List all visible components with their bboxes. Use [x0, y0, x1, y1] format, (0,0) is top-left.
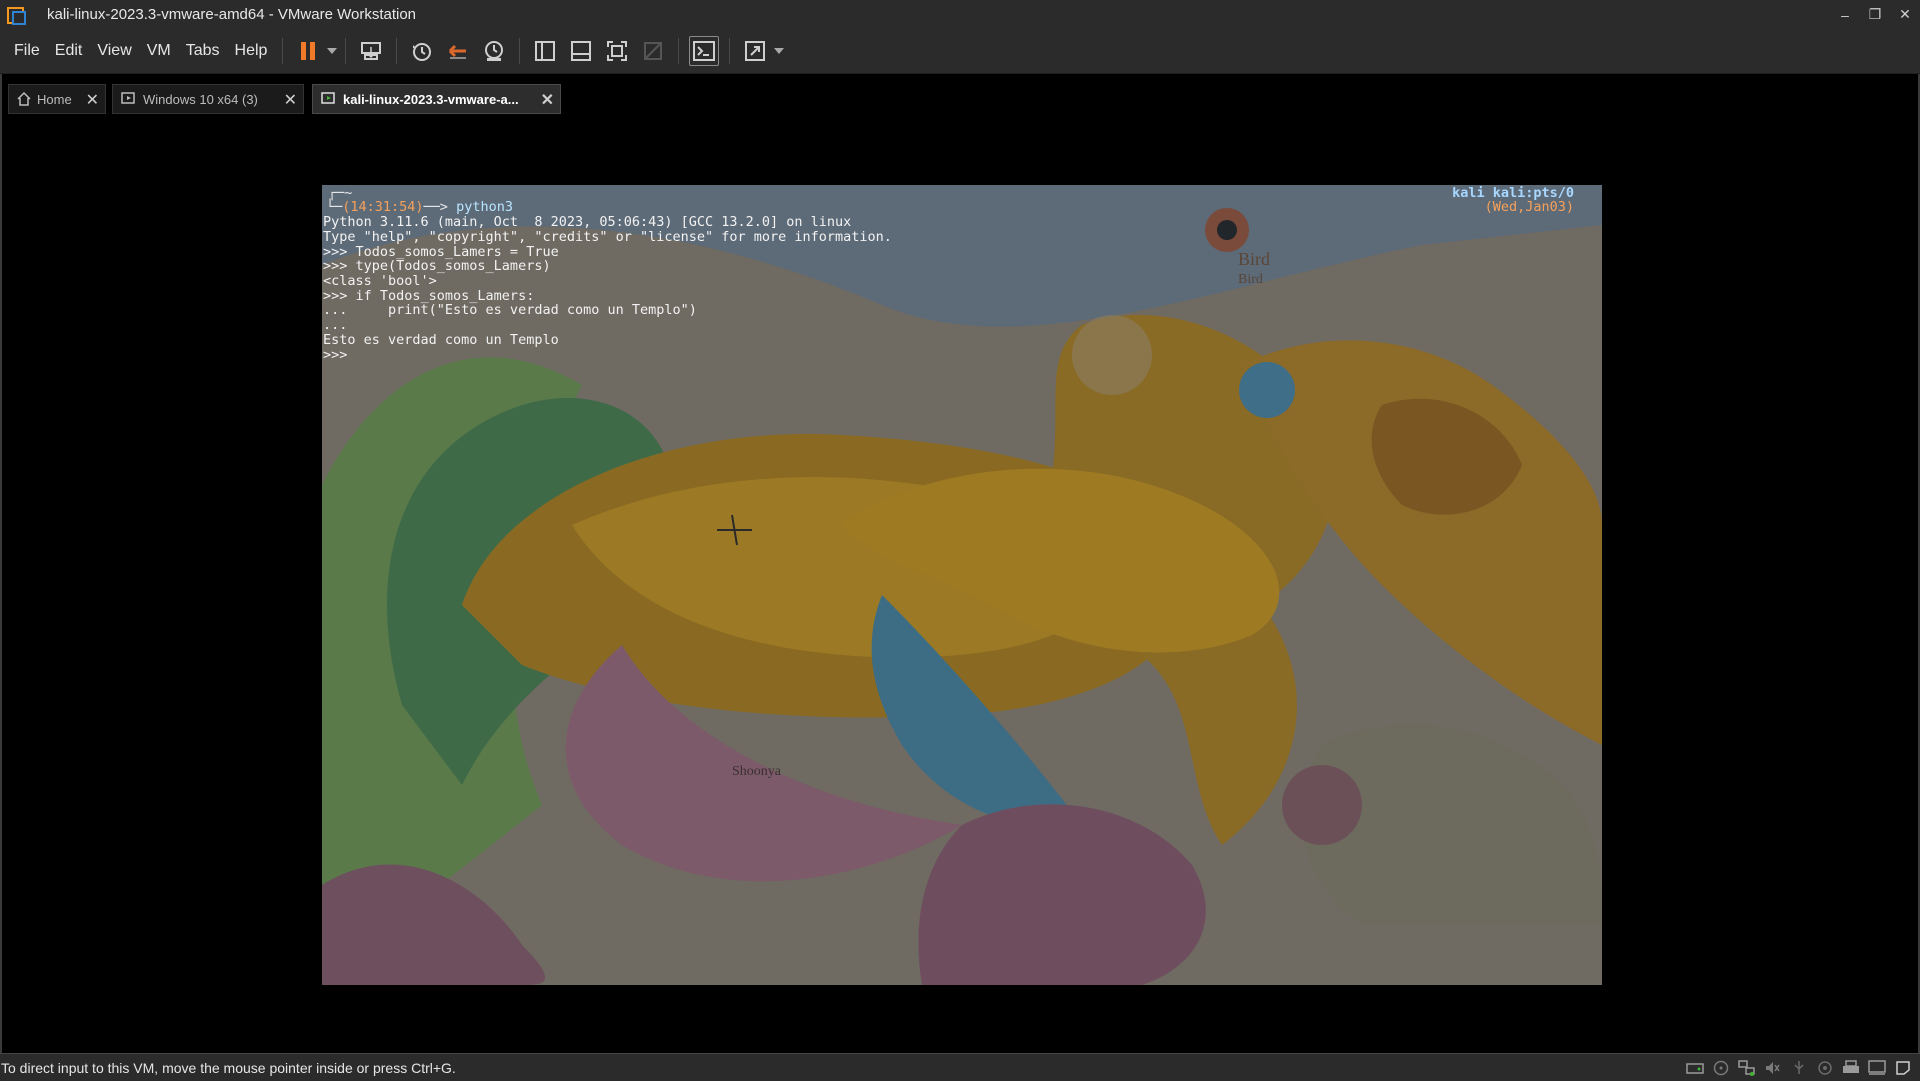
tab-home[interactable]: Home ✕: [8, 84, 106, 114]
chevron-down-icon: [327, 48, 338, 54]
window-controls: – ❐ ✕: [1830, 0, 1920, 29]
full-screen-icon: [607, 41, 628, 61]
message-log-icon[interactable]: [1894, 1059, 1912, 1077]
send-ctrl-alt-del-icon: [361, 42, 382, 60]
console-view-icon: [693, 41, 716, 61]
snapshot-manager-button[interactable]: [479, 36, 509, 66]
vm-icon: [121, 92, 137, 106]
tab-label: Windows 10 x64 (3): [143, 91, 258, 107]
tab-label: kali-linux-2023.3-vmware-a...: [343, 91, 519, 107]
revert-snapshot-button[interactable]: [443, 36, 473, 66]
snapshot-icon: [413, 43, 432, 61]
unity-button[interactable]: [638, 36, 668, 66]
vm-screen[interactable]: Bird Bird Shoonya ┌─~ └─(14:31:54)──> py…: [322, 185, 1602, 985]
close-window-button[interactable]: ✕: [1890, 0, 1920, 29]
stretch-guest-button[interactable]: [740, 36, 770, 66]
menu-vm[interactable]: VM: [146, 40, 172, 62]
take-snapshot-button[interactable]: [407, 36, 437, 66]
terminal-output-line: Esto es verdad como un Templo: [323, 332, 559, 348]
menu-edit[interactable]: Edit: [54, 40, 84, 62]
toolbar-separator: [678, 38, 680, 64]
window-title: kali-linux-2023.3-vmware-amd64 - VMware …: [47, 6, 417, 23]
menu-view[interactable]: View: [96, 40, 132, 62]
thumbnail-bar-icon: [571, 41, 592, 61]
pause-button[interactable]: [293, 36, 323, 66]
tab-label: Home: [37, 91, 72, 107]
camera-icon[interactable]: [1816, 1059, 1834, 1077]
tab-strip: Home ✕ Windows 10 x64 (3) ✕ kali-linux-2…: [0, 74, 1920, 118]
close-tab-icon[interactable]: ✕: [86, 90, 99, 110]
vmware-app-icon[interactable]: [5, 5, 27, 25]
menu-file[interactable]: File: [13, 40, 41, 62]
vm-display-area: Bird Bird Shoonya ┌─~ └─(14:31:54)──> py…: [0, 118, 1920, 1053]
status-message: To direct input to this VM, move the mou…: [1, 1059, 456, 1076]
tab-windows-10[interactable]: Windows 10 x64 (3) ✕: [112, 84, 304, 114]
pause-icon: [301, 42, 316, 60]
chevron-down-icon: [774, 48, 785, 54]
display-icon[interactable]: [1868, 1059, 1886, 1077]
menu-toolbar: File Edit View VM Tabs Help: [0, 29, 1920, 74]
home-icon: [17, 92, 31, 106]
terminal-current-prompt[interactable]: >>>: [323, 346, 356, 364]
stretch-dropdown[interactable]: [773, 36, 785, 66]
menu-tabs[interactable]: Tabs: [185, 40, 221, 62]
toolbar-separator: [345, 38, 347, 64]
toolbar-separator: [396, 38, 398, 64]
printer-icon[interactable]: [1842, 1059, 1860, 1077]
network-icon[interactable]: [1738, 1059, 1756, 1077]
cd-dvd-icon[interactable]: [1712, 1059, 1730, 1077]
revert-snapshot-icon: [449, 44, 467, 59]
minimize-button[interactable]: –: [1830, 0, 1860, 29]
full-screen-button[interactable]: [602, 36, 632, 66]
sidebar-icon: [535, 41, 556, 61]
close-tab-icon[interactable]: ✕: [284, 90, 297, 110]
thumbnail-bar-button[interactable]: [566, 36, 596, 66]
right-prompt-date: (Wed,Jan03): [1484, 199, 1574, 215]
device-icons: [1678, 1054, 1912, 1081]
sound-icon[interactable]: [1764, 1059, 1782, 1077]
toolbar-separator: [282, 38, 284, 64]
power-dropdown[interactable]: [326, 36, 338, 66]
terminal-input-line: ... print("Esto es verdad como un Templo…: [323, 302, 697, 318]
vm-running-icon: [321, 92, 337, 106]
hard-disk-icon[interactable]: [1686, 1059, 1704, 1077]
tab-kali-linux[interactable]: kali-linux-2023.3-vmware-a... ✕: [312, 84, 561, 114]
terminal-window[interactable]: ┌─~ └─(14:31:54)──> python3 kali kali:pt…: [322, 185, 1602, 985]
send-ctrl-alt-del-button[interactable]: [356, 36, 386, 66]
stretch-guest-icon: [745, 41, 766, 61]
toolbar-separator: [519, 38, 521, 64]
show-library-button[interactable]: [530, 36, 560, 66]
title-bar: kali-linux-2023.3-vmware-amd64 - VMware …: [0, 0, 1920, 29]
menu-help[interactable]: Help: [234, 40, 269, 62]
snapshot-manager-icon: [485, 41, 504, 61]
restore-button[interactable]: ❐: [1860, 0, 1890, 29]
unity-icon: [644, 42, 663, 60]
usb-icon[interactable]: [1790, 1059, 1808, 1077]
status-bar: To direct input to this VM, move the mou…: [0, 1053, 1920, 1081]
console-view-button[interactable]: [689, 36, 720, 66]
toolbar-separator: [729, 38, 731, 64]
close-tab-icon[interactable]: ✕: [541, 90, 554, 110]
